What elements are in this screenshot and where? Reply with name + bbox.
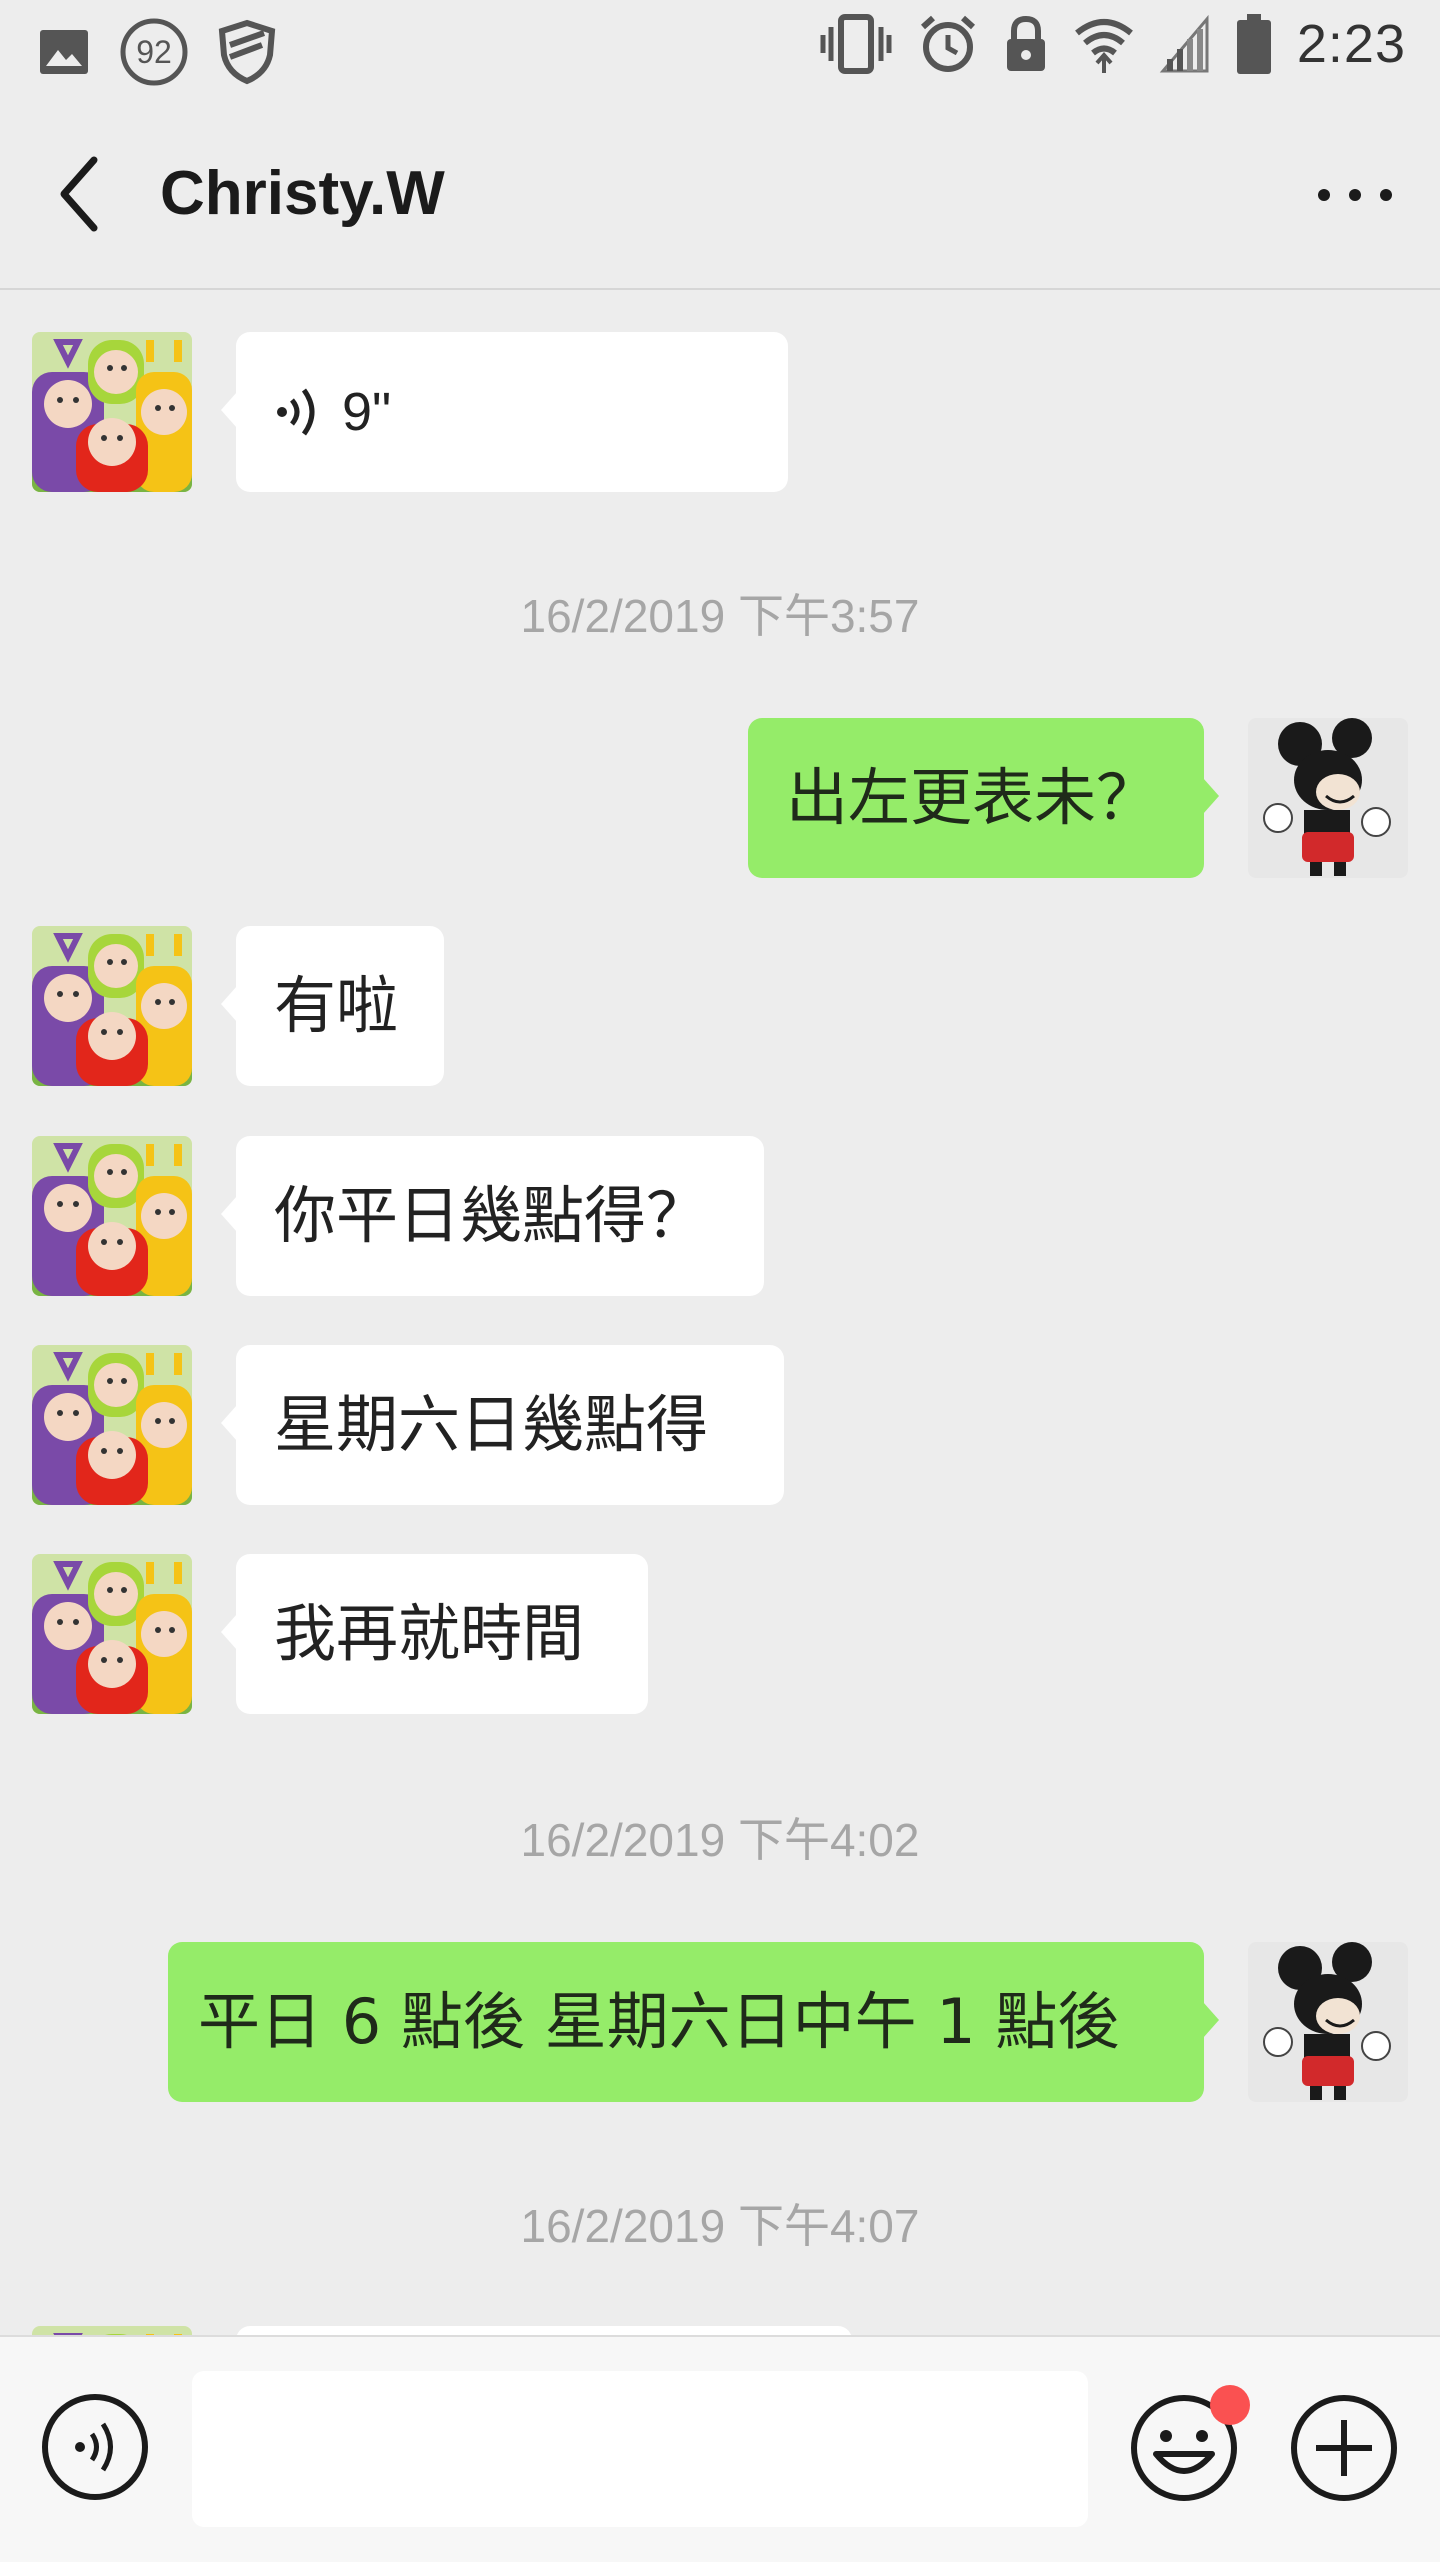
incoming-message-bubble[interactable]: 我再就時間 xyxy=(221,1554,648,1714)
chat-title: Christy.W xyxy=(160,159,445,228)
my-avatar[interactable] xyxy=(1248,1942,1408,2102)
message-list[interactable]: 9" 16/2/2019 下午3:57 出左更表未？ 有啦 你平日幾點得？ 星期… xyxy=(0,290,1440,2335)
contact-avatar[interactable] xyxy=(32,2326,192,2335)
voice-duration: 9" xyxy=(342,382,392,442)
contact-avatar[interactable] xyxy=(32,1345,192,1505)
more-button[interactable] xyxy=(1310,162,1400,228)
status-bar: 92 2:23 xyxy=(0,0,1440,100)
incoming-message-bubble[interactable] xyxy=(236,2326,852,2335)
voice-wave-icon xyxy=(277,388,315,436)
signal-icon xyxy=(1159,15,1209,73)
alarm-icon xyxy=(920,15,975,72)
back-button[interactable] xyxy=(44,150,114,238)
outgoing-message-bubble[interactable]: 出左更表未？ xyxy=(748,718,1219,878)
message-timestamp: 16/2/2019 下午4:02 xyxy=(520,1814,920,1866)
incoming-message-bubble[interactable]: 星期六日幾點得 xyxy=(221,1345,784,1505)
plus-icon xyxy=(1291,2395,1397,2501)
shield-icon xyxy=(218,19,276,85)
clock: 2:23 xyxy=(1296,14,1406,74)
my-avatar[interactable] xyxy=(1248,718,1408,878)
outgoing-message-bubble[interactable]: 平日 6 點後 星期六日中午 1 點後 xyxy=(168,1942,1219,2102)
chat-header: Christy.W xyxy=(0,100,1440,290)
contact-avatar[interactable] xyxy=(32,1554,192,1714)
more-dots-icon xyxy=(1318,189,1392,201)
incoming-message-bubble[interactable]: 有啦 xyxy=(221,926,444,1086)
contact-avatar[interactable] xyxy=(32,1136,192,1296)
chevron-left-icon xyxy=(60,156,98,232)
message-input[interactable] xyxy=(192,2371,1088,2527)
new-badge-dot xyxy=(1210,2385,1250,2425)
lock-icon xyxy=(1006,15,1045,71)
message-timestamp: 16/2/2019 下午4:07 xyxy=(520,2200,920,2252)
input-bar xyxy=(0,2335,1440,2562)
more-functions-button[interactable] xyxy=(1288,2392,1400,2504)
vibrate-icon xyxy=(820,14,892,74)
image-icon xyxy=(40,30,88,74)
svg-text:92: 92 xyxy=(136,34,172,70)
contact-avatar[interactable] xyxy=(32,332,192,492)
notification-count-icon: 92 xyxy=(120,18,188,86)
wifi-icon xyxy=(1074,19,1133,73)
voice-input-icon xyxy=(42,2394,148,2500)
incoming-message-bubble[interactable]: 你平日幾點得？ xyxy=(221,1136,764,1296)
voice-message-bubble[interactable]: 9" xyxy=(221,332,788,492)
contact-avatar[interactable] xyxy=(32,926,192,1086)
battery-icon xyxy=(1236,14,1271,74)
message-timestamp: 16/2/2019 下午3:57 xyxy=(520,590,920,642)
voice-input-button[interactable] xyxy=(40,2392,150,2502)
